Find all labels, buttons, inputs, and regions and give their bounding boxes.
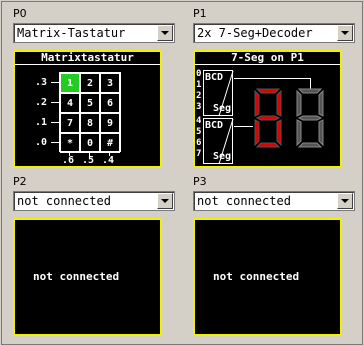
keypad-panel: Matrixtastatur .3 .2 .1 .0 1 2 3 4 5 6 7… — [13, 50, 162, 168]
not-connected-text: not connected — [33, 270, 120, 283]
device-select-p2[interactable]: not connected — [13, 191, 175, 211]
port-label-p2: P2 — [13, 175, 27, 188]
port-label-p3: P3 — [193, 175, 207, 188]
chevron-down-icon[interactable] — [157, 25, 173, 41]
keypad-wires — [51, 82, 110, 156]
port-label-p0: P0 — [13, 7, 27, 20]
p3-panel: not connected — [193, 218, 342, 336]
chevron-down-icon[interactable] — [157, 193, 173, 209]
col-label: .4 — [102, 155, 115, 166]
device-select-p3[interactable]: not connected — [193, 191, 355, 211]
p2-panel: not connected — [13, 218, 162, 336]
digit-left — [254, 88, 282, 148]
col-label: .5 — [82, 155, 95, 166]
digit-right — [296, 88, 324, 148]
device-select-p1-value: 2x 7-Seg+Decoder — [197, 26, 313, 40]
col-label: .6 — [62, 155, 75, 166]
sevenseg-panel: 7-Seg on P1 0 1 2 3 4 5 6 7 BCD Seg BCD … — [193, 50, 342, 168]
sevenseg-diagram — [218, 70, 324, 165]
chevron-down-icon[interactable] — [337, 193, 353, 209]
device-select-p2-value: not connected — [17, 194, 111, 208]
not-connected-text: not connected — [213, 270, 300, 283]
device-select-p1[interactable]: 2x 7-Seg+Decoder — [193, 23, 355, 43]
main-window: P0 Matrix-Tastatur P1 2x 7-Seg+Decoder M… — [1, 1, 363, 345]
device-select-p0[interactable]: Matrix-Tastatur — [13, 23, 175, 43]
device-select-p3-value: not connected — [197, 194, 291, 208]
port-label-p1: P1 — [193, 7, 207, 20]
device-select-p0-value: Matrix-Tastatur — [17, 26, 126, 40]
chevron-down-icon[interactable] — [337, 25, 353, 41]
